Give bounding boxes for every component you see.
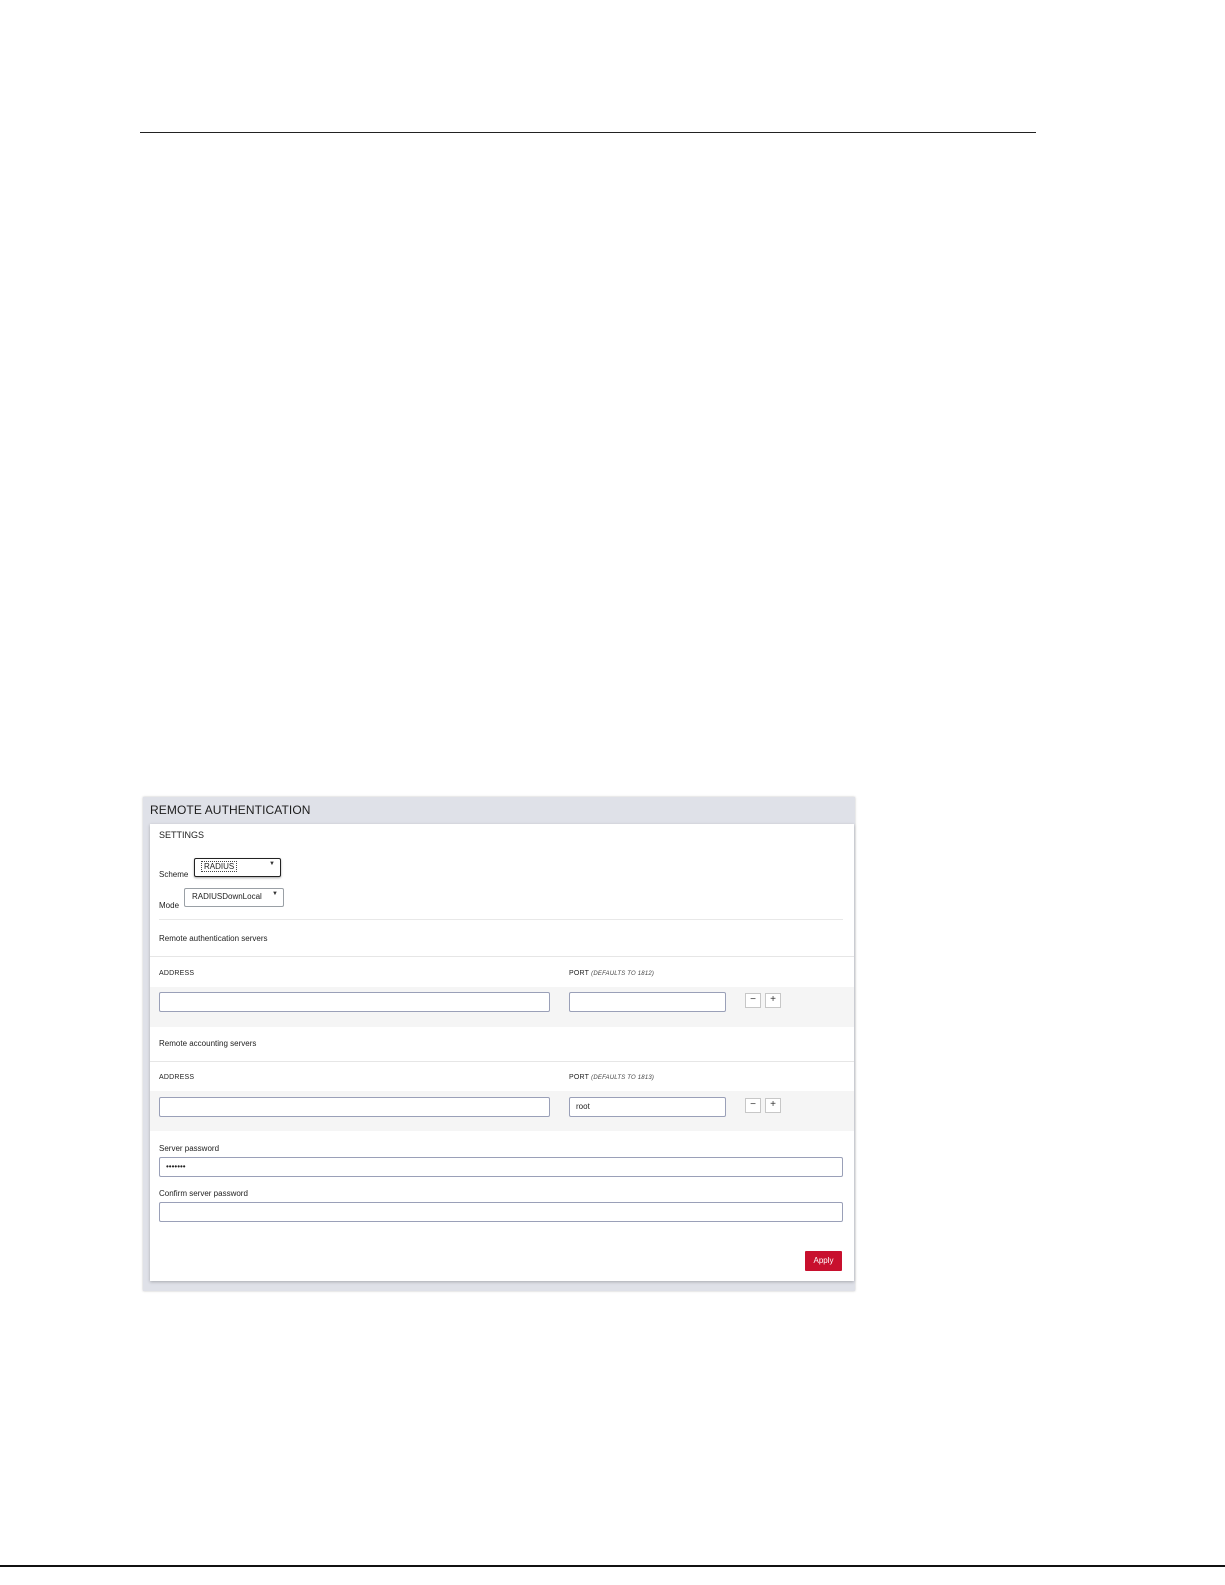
acct-servers-heading: Remote accounting servers: [159, 1039, 257, 1048]
scheme-select-value: RADIUS: [200, 861, 238, 872]
mode-label: Mode: [159, 901, 180, 910]
remote-authentication-window: REMOTE AUTHENTICATION SETTINGS Scheme RA…: [143, 797, 855, 1291]
acct-add-server-button[interactable]: +: [765, 1098, 781, 1113]
confirm-password-input[interactable]: [159, 1202, 843, 1222]
mode-select[interactable]: RADIUSDownLocal ▼: [184, 888, 284, 907]
auth-servers-heading: Remote authentication servers: [159, 934, 268, 943]
auth-port-default-note: (DEFAULTS TO 1812): [591, 971, 655, 977]
auth-port-header: PORT (DEFAULTS TO 1812): [569, 970, 654, 977]
server-password-label: Server password: [159, 1144, 220, 1153]
settings-panel: SETTINGS Scheme RADIUS ▼ Mode RADIUSDown…: [150, 824, 854, 1281]
acct-port-header: PORT (DEFAULTS TO 1813): [569, 1074, 654, 1081]
settings-heading: SETTINGS: [159, 830, 205, 840]
auth-add-server-button[interactable]: +: [765, 993, 781, 1008]
auth-server-row: − +: [150, 987, 854, 1027]
acct-servers-divider: [150, 1061, 854, 1062]
acct-server-row: root − +: [150, 1091, 854, 1131]
scheme-select[interactable]: RADIUS ▼: [194, 858, 281, 877]
window-title: REMOTE AUTHENTICATION: [150, 803, 311, 817]
apply-button[interactable]: Apply: [805, 1251, 842, 1271]
server-password-input[interactable]: •••••••: [159, 1157, 843, 1177]
settings-divider: [159, 919, 843, 920]
acct-port-input[interactable]: root: [569, 1097, 726, 1117]
auth-remove-server-button[interactable]: −: [745, 993, 761, 1008]
scheme-label: Scheme: [159, 870, 189, 879]
auth-servers-divider: [150, 956, 854, 957]
page-top-rule: [140, 132, 1036, 133]
page-bottom-rule: [0, 1565, 1225, 1567]
chevron-down-icon: ▼: [269, 861, 275, 867]
auth-address-input[interactable]: [159, 992, 550, 1012]
auth-address-header: ADDRESS: [159, 970, 195, 977]
mode-select-value: RADIUSDownLocal: [192, 892, 262, 901]
auth-port-input[interactable]: [569, 992, 726, 1012]
auth-port-header-text: PORT: [569, 970, 589, 977]
acct-port-default-note: (DEFAULTS TO 1813): [591, 1075, 655, 1081]
acct-address-input[interactable]: [159, 1097, 550, 1117]
acct-remove-server-button[interactable]: −: [745, 1098, 761, 1113]
chevron-down-icon: ▼: [272, 891, 278, 897]
acct-port-header-text: PORT: [569, 1074, 589, 1081]
confirm-password-label: Confirm server password: [159, 1189, 248, 1198]
acct-address-header: ADDRESS: [159, 1074, 195, 1081]
